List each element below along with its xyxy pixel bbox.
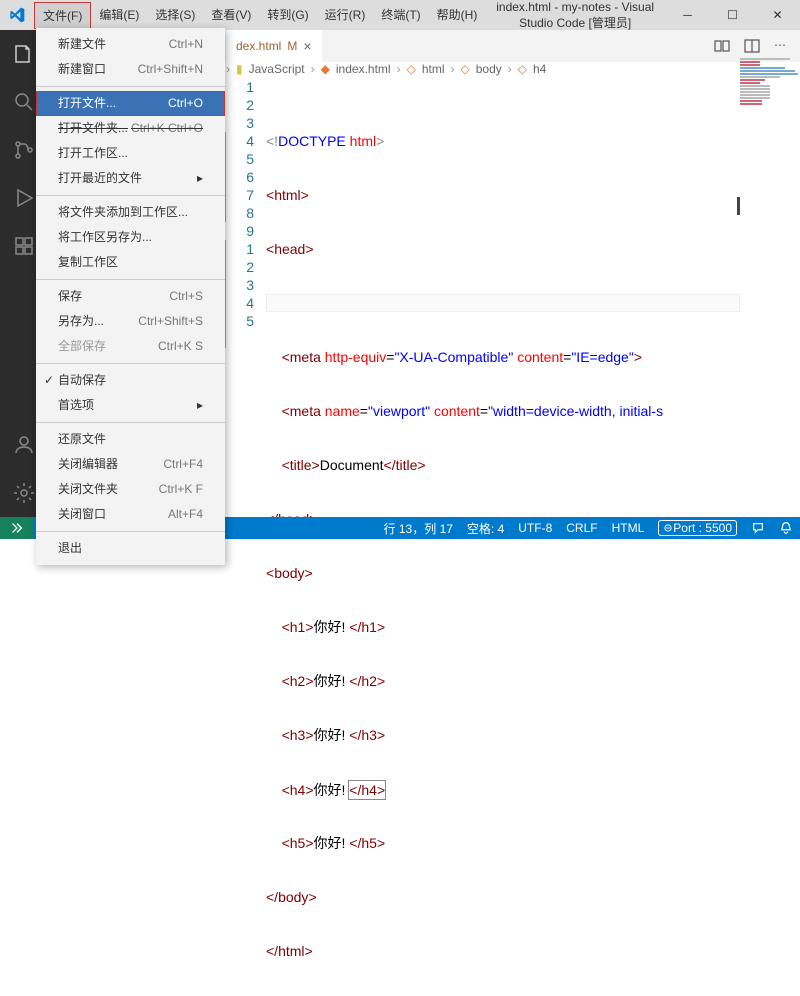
menu-go[interactable]: 转到(G) <box>259 2 316 29</box>
compare-icon[interactable] <box>714 38 730 54</box>
menu-terminal[interactable]: 终端(T) <box>373 2 428 29</box>
menu-open-recent[interactable]: 打开最近的文件▸ <box>36 166 225 191</box>
tab-label: dex.html <box>236 39 281 53</box>
menu-auto-save[interactable]: ✓自动保存 <box>36 368 225 393</box>
menu-preferences[interactable]: 首选项▸ <box>36 393 225 418</box>
menu-revert-file[interactable]: 还原文件 <box>36 427 225 452</box>
feedback-icon[interactable] <box>744 521 772 535</box>
close-icon[interactable]: ✕ <box>755 0 800 30</box>
menu-new-window[interactable]: 新建窗口Ctrl+Shift+N <box>36 57 225 82</box>
menu-help[interactable]: 帮助(H) <box>429 2 486 29</box>
bell-icon[interactable] <box>772 521 800 535</box>
menu-file[interactable]: 文件(F) <box>34 2 91 29</box>
split-editor-icon[interactable] <box>744 38 760 54</box>
html-file-icon: ◆ <box>321 62 330 76</box>
menu-close-editor[interactable]: 关闭编辑器Ctrl+F4 <box>36 452 225 477</box>
tab-git-status: M <box>287 39 297 53</box>
maximize-icon[interactable]: ☐ <box>710 0 755 30</box>
menu-run[interactable]: 运行(R) <box>317 2 374 29</box>
editor-actions: ⋯ <box>714 38 800 54</box>
menu-exit[interactable]: 退出 <box>36 536 225 561</box>
menu-select[interactable]: 选择(S) <box>147 2 203 29</box>
minimap[interactable] <box>740 57 800 237</box>
eol[interactable]: CRLF <box>559 521 604 535</box>
window-controls: ─ ☐ ✕ <box>665 0 800 30</box>
menu-add-folder[interactable]: 将文件夹添加到工作区... <box>36 200 225 225</box>
menu-save-workspace-as[interactable]: 将工作区另存为... <box>36 225 225 250</box>
remote-icon[interactable] <box>0 517 34 539</box>
indent[interactable]: 空格: 4 <box>460 520 511 537</box>
tag-icon: ◇ <box>460 62 469 76</box>
cursor-position[interactable]: 行 13，列 17 <box>377 520 460 537</box>
tag-icon: ◇ <box>407 62 416 76</box>
menu-open-workspace[interactable]: 打开工作区... <box>36 141 225 166</box>
window-title: index.html - my-notes - Visual Studio Co… <box>485 0 665 31</box>
tab-close-icon[interactable]: × <box>303 38 311 54</box>
menu-view[interactable]: 查看(V) <box>203 2 259 29</box>
language-mode[interactable]: HTML <box>605 521 652 535</box>
titlebar: 文件(F) 编辑(E) 选择(S) 查看(V) 转到(G) 运行(R) 终端(T… <box>0 0 800 30</box>
menu-open-file[interactable]: 打开文件...Ctrl+O <box>36 91 225 116</box>
menu-save[interactable]: 保存Ctrl+S <box>36 284 225 309</box>
tag-icon: ◇ <box>518 62 527 76</box>
js-folder-icon: ▮ <box>236 62 243 76</box>
menu-close-window[interactable]: 关闭窗口Alt+F4 <box>36 502 225 527</box>
menu-save-as[interactable]: 另存为...Ctrl+Shift+S <box>36 309 225 334</box>
menu-new-file[interactable]: 新建文件Ctrl+N <box>36 32 225 57</box>
vscode-icon <box>0 7 34 23</box>
tab-index-html[interactable]: dex.html M × <box>226 30 322 62</box>
minimize-icon[interactable]: ─ <box>665 0 710 30</box>
menu-open-folder[interactable]: 打开文件夹...Ctrl+K Ctrl+O <box>36 116 225 141</box>
menu-edit[interactable]: 编辑(E) <box>91 2 147 29</box>
menu-save-all[interactable]: 全部保存Ctrl+K S <box>36 334 225 359</box>
file-menu-dropdown: 新建文件Ctrl+N 新建窗口Ctrl+Shift+N 打开文件...Ctrl+… <box>36 28 225 565</box>
menubar: 文件(F) 编辑(E) 选择(S) 查看(V) 转到(G) 运行(R) 终端(T… <box>34 2 485 29</box>
live-server[interactable]: Port : 5500 <box>651 520 744 536</box>
menu-close-folder[interactable]: 关闭文件夹Ctrl+K F <box>36 477 225 502</box>
encoding[interactable]: UTF-8 <box>511 521 559 535</box>
more-icon[interactable]: ⋯ <box>774 38 786 54</box>
menu-duplicate-workspace[interactable]: 复制工作区 <box>36 250 225 275</box>
breadcrumb[interactable]: ›▮JavaScript ›◆index.html ›◇html ›◇body … <box>226 62 800 76</box>
